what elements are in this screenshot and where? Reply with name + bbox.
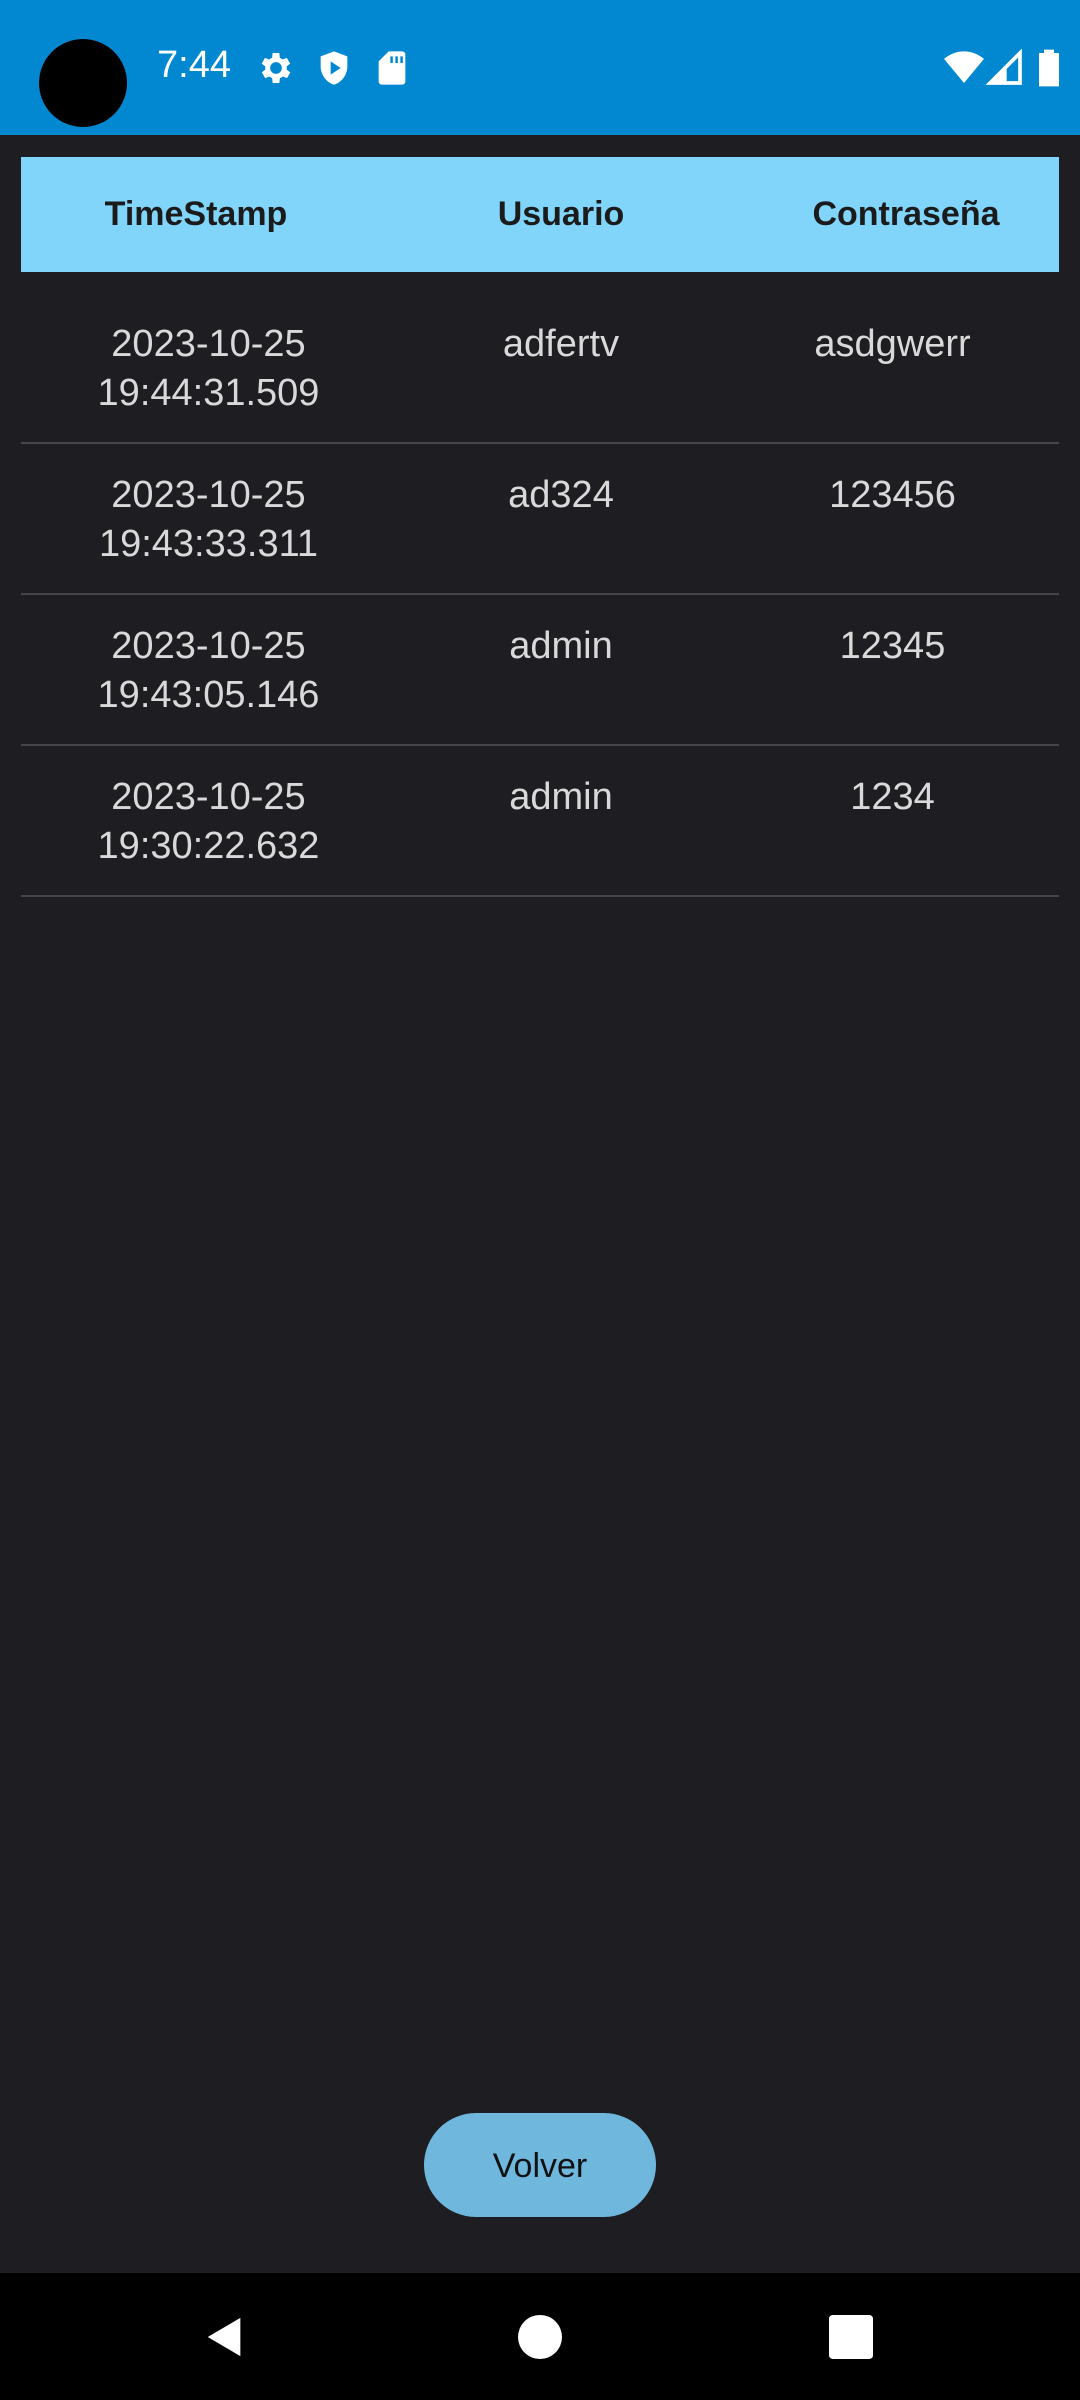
shield-play-icon	[314, 48, 354, 88]
table-row: 2023-10-25 19:43:33.311 ad324 123456	[21, 443, 1059, 595]
home-icon[interactable]	[518, 2315, 562, 2359]
status-time: 7:44	[157, 44, 231, 86]
battery-icon	[1036, 48, 1062, 88]
wifi-icon	[942, 48, 986, 88]
cell-contrasena: 1234	[850, 776, 935, 818]
table-row: 2023-10-25 19:30:22.632 admin 1234	[21, 745, 1059, 897]
table-row: 2023-10-25 19:44:31.509 adfertv asdgwerr	[21, 292, 1059, 444]
recents-icon[interactable]	[829, 2315, 873, 2359]
cell-timestamp: 2023-10-25 19:44:31.509	[97, 323, 320, 414]
cell-timestamp: 2023-10-25 19:43:05.146	[97, 625, 320, 716]
cell-timestamp: 2023-10-25 19:43:33.311	[98, 474, 319, 565]
cell-contrasena: 123456	[829, 474, 956, 516]
cell-contrasena: asdgwerr	[814, 323, 971, 365]
header-contrasena: Contraseña	[812, 195, 1000, 233]
navigation-bar	[0, 2273, 1080, 2400]
table-header: TimeStamp Usuario Contraseña	[21, 157, 1059, 272]
gear-icon	[256, 48, 296, 88]
status-bar: 7:44	[0, 0, 1080, 135]
cell-timestamp: 2023-10-25 19:30:22.632	[97, 776, 320, 867]
camera-cutout	[39, 39, 127, 127]
cell-usuario: ad324	[508, 474, 614, 516]
cell-usuario: admin	[509, 625, 613, 667]
header-timestamp: TimeStamp	[104, 195, 288, 233]
signal-icon	[985, 48, 1025, 88]
cell-usuario: admin	[509, 776, 613, 818]
back-icon[interactable]	[202, 2314, 248, 2360]
header-usuario: Usuario	[497, 195, 625, 233]
volver-button[interactable]: Volver	[424, 2113, 656, 2217]
table-row: 2023-10-25 19:43:05.146 admin 12345	[21, 594, 1059, 746]
cell-contrasena: 12345	[839, 625, 946, 667]
cell-usuario: adfertv	[502, 323, 620, 365]
sd-card-icon	[372, 48, 412, 88]
